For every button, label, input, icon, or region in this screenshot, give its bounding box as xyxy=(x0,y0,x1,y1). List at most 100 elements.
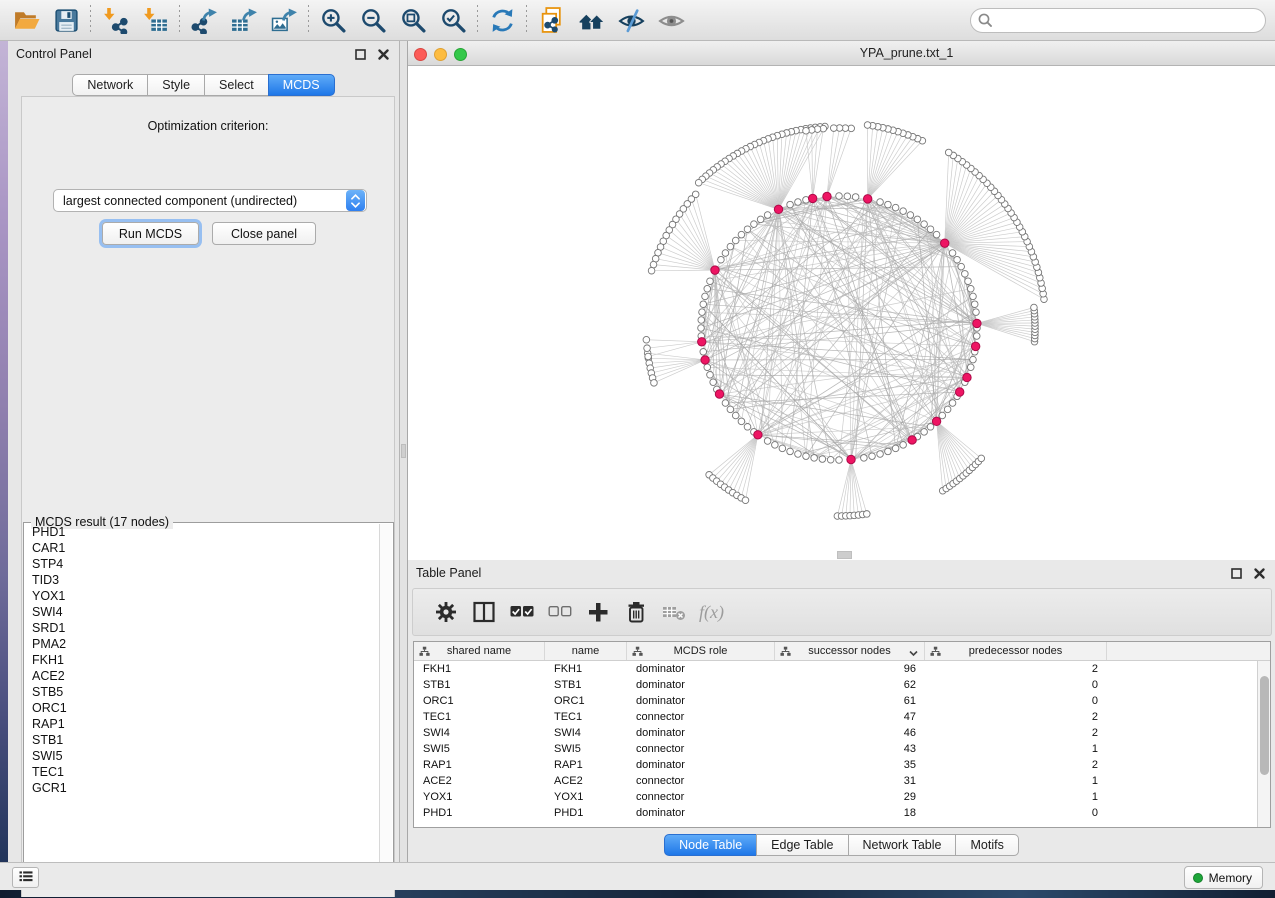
network-node[interactable] xyxy=(787,448,794,455)
import-network-button[interactable] xyxy=(95,2,135,38)
tab-node-table[interactable]: Node Table xyxy=(664,834,757,856)
gear-button[interactable] xyxy=(427,594,465,630)
cell-shared-name[interactable]: PHD1 xyxy=(414,805,545,821)
mcds-result-item[interactable]: TID3 xyxy=(25,572,379,588)
network-node[interactable] xyxy=(702,293,709,300)
network-node[interactable] xyxy=(921,221,928,228)
search-input[interactable] xyxy=(970,8,1266,33)
cell-shared-name[interactable]: SWI4 xyxy=(414,725,545,741)
network-hub-node[interactable] xyxy=(932,417,940,425)
network-node[interactable] xyxy=(732,237,739,244)
network-node[interactable] xyxy=(863,511,870,518)
cell-shared-name[interactable]: ORC1 xyxy=(414,693,545,709)
network-node[interactable] xyxy=(707,372,714,379)
vertical-splitter-handle[interactable] xyxy=(401,444,406,458)
network-node[interactable] xyxy=(704,364,711,371)
cell-name[interactable]: RAP1 xyxy=(545,757,627,773)
cell-successor-nodes[interactable]: 96 xyxy=(775,661,925,677)
cell-predecessor-nodes[interactable]: 2 xyxy=(925,661,1107,677)
cell-predecessor-nodes[interactable]: 1 xyxy=(925,773,1107,789)
network-node[interactable] xyxy=(757,216,764,223)
select-all-button[interactable] xyxy=(503,594,541,630)
export-network-button[interactable] xyxy=(184,2,224,38)
cell-predecessor-nodes[interactable]: 0 xyxy=(925,677,1107,693)
network-node[interactable] xyxy=(836,193,843,200)
tab-network[interactable]: Network xyxy=(72,74,148,96)
network-node[interactable] xyxy=(830,125,837,132)
column-header-name[interactable]: name xyxy=(545,642,627,660)
network-node[interactable] xyxy=(973,309,980,316)
cell-successor-nodes[interactable]: 47 xyxy=(775,709,925,725)
network-node[interactable] xyxy=(900,208,907,215)
network-hub-node[interactable] xyxy=(847,455,855,463)
cell-shared-name[interactable]: RAP1 xyxy=(414,757,545,773)
cell-successor-nodes[interactable]: 61 xyxy=(775,693,925,709)
network-node[interactable] xyxy=(722,250,729,257)
network-node[interactable] xyxy=(744,424,751,431)
cell-name[interactable]: SWI5 xyxy=(545,741,627,757)
network-node[interactable] xyxy=(892,204,899,211)
network-node[interactable] xyxy=(704,285,711,292)
cell-name[interactable]: STB1 xyxy=(545,677,627,693)
network-node[interactable] xyxy=(718,256,725,263)
network-hub-node[interactable] xyxy=(701,356,709,364)
cell-successor-nodes[interactable]: 46 xyxy=(775,725,925,741)
cell-shared-name[interactable]: STB1 xyxy=(414,677,545,693)
network-node[interactable] xyxy=(978,455,985,462)
network-node[interactable] xyxy=(811,455,818,462)
network-node[interactable] xyxy=(921,429,928,436)
network-node[interactable] xyxy=(742,497,749,504)
tab-network-table[interactable]: Network Table xyxy=(848,834,957,856)
network-node[interactable] xyxy=(707,278,714,285)
mcds-result-item[interactable]: CAR1 xyxy=(25,540,379,556)
network-hub-node[interactable] xyxy=(863,195,871,203)
close-panel-button[interactable]: Close panel xyxy=(212,222,316,245)
apply-layout-button[interactable] xyxy=(482,2,522,38)
tab-mcds[interactable]: MCDS xyxy=(268,74,335,96)
network-node[interactable] xyxy=(971,301,978,308)
zoom-out-button[interactable] xyxy=(353,2,393,38)
network-node[interactable] xyxy=(795,451,802,458)
network-node[interactable] xyxy=(751,221,758,228)
network-hub-node[interactable] xyxy=(941,239,949,247)
zoom-fit-button[interactable] xyxy=(393,2,433,38)
network-hub-node[interactable] xyxy=(808,194,816,202)
mcds-result-item[interactable]: ORC1 xyxy=(25,700,379,716)
cell-name[interactable]: TEC1 xyxy=(545,709,627,725)
cell-mcds-role[interactable]: dominator xyxy=(627,661,775,677)
cell-name[interactable]: SWI4 xyxy=(545,725,627,741)
mcds-result-item[interactable]: SWI4 xyxy=(25,604,379,620)
network-node[interactable] xyxy=(965,278,972,285)
cell-shared-name[interactable]: TEC1 xyxy=(414,709,545,725)
network-node[interactable] xyxy=(643,336,650,343)
cell-successor-nodes[interactable]: 35 xyxy=(775,757,925,773)
network-node[interactable] xyxy=(795,199,802,206)
cell-mcds-role[interactable]: connector xyxy=(627,789,775,805)
column-header-MCDS-role[interactable]: MCDS role xyxy=(627,642,775,660)
cell-name[interactable]: YOX1 xyxy=(545,789,627,805)
cell-predecessor-nodes[interactable]: 0 xyxy=(925,805,1107,821)
network-node[interactable] xyxy=(695,179,702,186)
run-mcds-button[interactable]: Run MCDS xyxy=(102,222,199,245)
zoom-selected-button[interactable] xyxy=(433,2,473,38)
close-panel-icon[interactable] xyxy=(376,47,391,62)
optimization-criterion-select[interactable]: largest connected component (undirected) xyxy=(53,189,367,212)
new-network-from-selection-button[interactable] xyxy=(531,2,571,38)
network-hub-node[interactable] xyxy=(963,373,971,381)
network-node[interactable] xyxy=(885,201,892,208)
network-node[interactable] xyxy=(699,309,706,316)
network-node[interactable] xyxy=(827,456,834,463)
network-hub-node[interactable] xyxy=(774,205,782,213)
network-node[interactable] xyxy=(927,424,934,431)
network-node[interactable] xyxy=(967,285,974,292)
cell-predecessor-nodes[interactable]: 1 xyxy=(925,789,1107,805)
cell-successor-nodes[interactable]: 43 xyxy=(775,741,925,757)
mcds-result-item[interactable]: RAP1 xyxy=(25,716,379,732)
network-node[interactable] xyxy=(927,226,934,233)
network-node[interactable] xyxy=(738,231,745,238)
import-table-button[interactable] xyxy=(135,2,175,38)
network-node[interactable] xyxy=(970,293,977,300)
mcds-result-item[interactable]: PHD1 xyxy=(25,524,379,540)
network-hub-node[interactable] xyxy=(715,390,723,398)
cell-predecessor-nodes[interactable]: 2 xyxy=(925,757,1107,773)
